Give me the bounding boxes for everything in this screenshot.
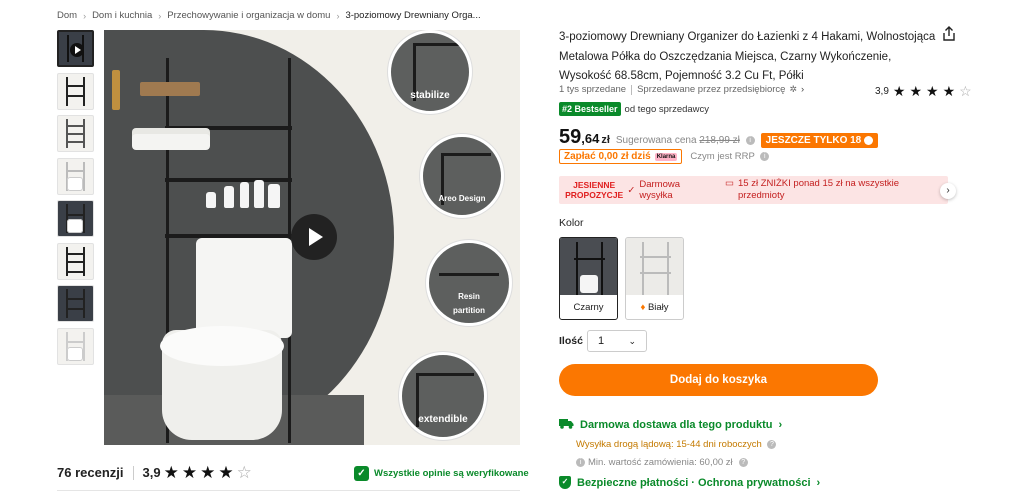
fire-icon: ♦ xyxy=(640,302,646,313)
breadcrumb-item-storage[interactable]: Przechowywanie i organizacja w domu xyxy=(167,10,330,21)
thumbnail-list xyxy=(57,30,95,370)
star-filled-icon: ★ xyxy=(942,83,956,99)
detail-circle-resin: Resin partition xyxy=(426,240,512,326)
shield-check-icon: ✓ xyxy=(559,476,571,489)
price-currency: zł xyxy=(601,134,610,146)
promo-free-shipping: ✓ Darmowa wysyłka xyxy=(627,179,680,201)
bestseller-badge: #2 Bestseller od tego sprzedawcy xyxy=(559,102,709,116)
towels xyxy=(132,134,210,150)
thumbnail-image[interactable] xyxy=(57,242,94,280)
thumbnail-image[interactable] xyxy=(57,200,94,237)
secure-payments[interactable]: ✓ Bezpieczne płatności · Ochrona prywatn… xyxy=(559,476,820,489)
star-filled-icon: ★ xyxy=(181,463,198,482)
what-is-rrp[interactable]: Czym jest RRP i xyxy=(690,151,770,162)
thumbnail-image[interactable] xyxy=(57,327,94,365)
pay-today-badge[interactable]: Zapłać 0,00 zł dziś Klarna xyxy=(559,149,683,164)
thumbnail-image[interactable] xyxy=(57,72,94,110)
review-score: 3,9 xyxy=(142,465,161,480)
verified-reviews-badge: ✓ Wszystkie opinie są weryfikowane xyxy=(354,466,529,481)
thumbnail-image[interactable] xyxy=(57,115,94,152)
info-icon: i xyxy=(760,151,770,161)
limited-stock-badge: JESZCZE TYLKO 18 xyxy=(760,133,879,148)
rrp-value: 218,99 zł xyxy=(699,135,740,146)
price-decimals: ,64 xyxy=(581,131,600,146)
product-meta: 1 tys sprzedane Sprzedawane przez przeds… xyxy=(559,84,804,95)
review-count[interactable]: 76 recenzji xyxy=(57,465,124,480)
color-option-white[interactable]: ♦ Biały xyxy=(625,237,684,320)
chevron-right-icon: › xyxy=(83,10,87,21)
main-product-image[interactable]: stabilize Areo Design Resin partition ex… xyxy=(104,30,520,445)
detail-circle-extendible: extendible xyxy=(399,352,487,440)
coupon-icon: ▭ xyxy=(725,178,734,189)
product-rating[interactable]: 3,9 ★ ★ ★ ★ ☆ xyxy=(875,84,972,98)
play-video-button[interactable] xyxy=(291,214,337,260)
color-label: Kolor xyxy=(559,217,584,229)
info-icon xyxy=(864,135,874,145)
quantity-select[interactable]: 1 ⌄ xyxy=(587,330,647,352)
sold-count: 1 tys sprzedane xyxy=(559,84,627,95)
reviews-summary: 76 recenzji 3,9 ★ ★ ★ ★ ☆ xyxy=(57,464,252,481)
star-filled-icon: ★ xyxy=(163,463,179,482)
product-title: 3-poziomowy Drewniany Organizer do Łazie… xyxy=(559,31,936,82)
klarna-logo: Klarna xyxy=(654,152,678,161)
shipping-info[interactable]: Darmowa dostawa dla tego produktu › xyxy=(559,418,782,432)
star-filled-icon: ★ xyxy=(200,463,216,482)
promo-discount: ▭ 15 zł ZNIŻKI ponad 15 zł na wszystkie … xyxy=(725,178,900,201)
truck-icon xyxy=(559,418,574,432)
check-icon: ✓ xyxy=(627,184,636,196)
info-icon[interactable]: ? xyxy=(738,458,748,467)
pay-later-row: Zapłać 0,00 zł dziś Klarna Czym jest RRP… xyxy=(559,149,770,164)
color-option-black[interactable]: Czarny xyxy=(559,237,618,320)
breadcrumb-item-home-kitchen[interactable]: Dom i kuchnia xyxy=(92,10,152,21)
detail-circle-design: Areo Design xyxy=(420,134,504,218)
star-empty-icon: ☆ xyxy=(959,83,972,99)
star-filled-icon: ★ xyxy=(909,83,923,99)
rrp: Sugerowana cena 218,99 zł i xyxy=(616,135,755,146)
promo-season: JESIENNE PROPOZYCJE xyxy=(565,180,624,200)
breadcrumb: Dom › Dom i kuchnia › Przechowywanie i o… xyxy=(57,10,481,21)
price-main: 59 xyxy=(559,126,582,148)
chevron-right-icon[interactable]: › xyxy=(940,183,956,199)
shield-check-icon: ✓ xyxy=(354,466,369,481)
detail-circle-stabilize: stabilize xyxy=(388,30,472,114)
thumbnail-image[interactable] xyxy=(57,285,94,322)
thumbnail-image[interactable] xyxy=(57,157,94,195)
toilet-tank xyxy=(196,238,292,338)
seller-info[interactable]: Sprzedawane przez przedsiębiorcę xyxy=(637,84,785,95)
chevron-right-icon: › xyxy=(336,10,340,21)
info-icon[interactable]: ? xyxy=(767,439,777,449)
thumbnail-video[interactable] xyxy=(57,30,94,67)
star-filled-icon: ★ xyxy=(218,463,234,482)
basket xyxy=(140,82,200,96)
promo-banner[interactable]: JESIENNE PROPOZYCJE ✓ Darmowa wysyłka ▭ … xyxy=(559,176,948,204)
info-icon: i xyxy=(576,458,585,467)
price-row: 59 ,64 zł Sugerowana cena 218,99 zł i JE… xyxy=(559,126,879,149)
star-filled-icon: ★ xyxy=(926,83,939,99)
chevron-right-icon: › xyxy=(158,10,162,21)
star-filled-icon: ★ xyxy=(892,83,906,99)
rating-stars: ★ ★ ★ ★ ☆ xyxy=(164,464,252,481)
share-icon[interactable] xyxy=(941,26,957,42)
min-order: i Min. wartość zamówienia: 60,00 zł ? xyxy=(576,457,748,468)
breadcrumb-item-home[interactable]: Dom xyxy=(57,10,77,21)
chevron-right-icon: › xyxy=(778,419,783,431)
chevron-right-icon: › xyxy=(816,476,821,489)
quantity-label: Ilość xyxy=(559,335,583,347)
shipping-time: Wysyłka drogą lądową: 15-44 dni roboczyc… xyxy=(576,439,777,450)
chevron-down-icon: ⌄ xyxy=(628,335,636,346)
breadcrumb-item-current: 3-poziomowy Drewniany Orga... xyxy=(345,10,481,21)
star-empty-icon: ☆ xyxy=(236,463,252,482)
add-to-cart-button[interactable]: Dodaj do koszyka xyxy=(559,364,878,396)
leaf-icon: ✲ xyxy=(789,84,798,94)
play-icon xyxy=(70,43,84,57)
chevron-right-icon[interactable]: › xyxy=(801,84,804,95)
info-icon[interactable]: i xyxy=(745,135,755,145)
